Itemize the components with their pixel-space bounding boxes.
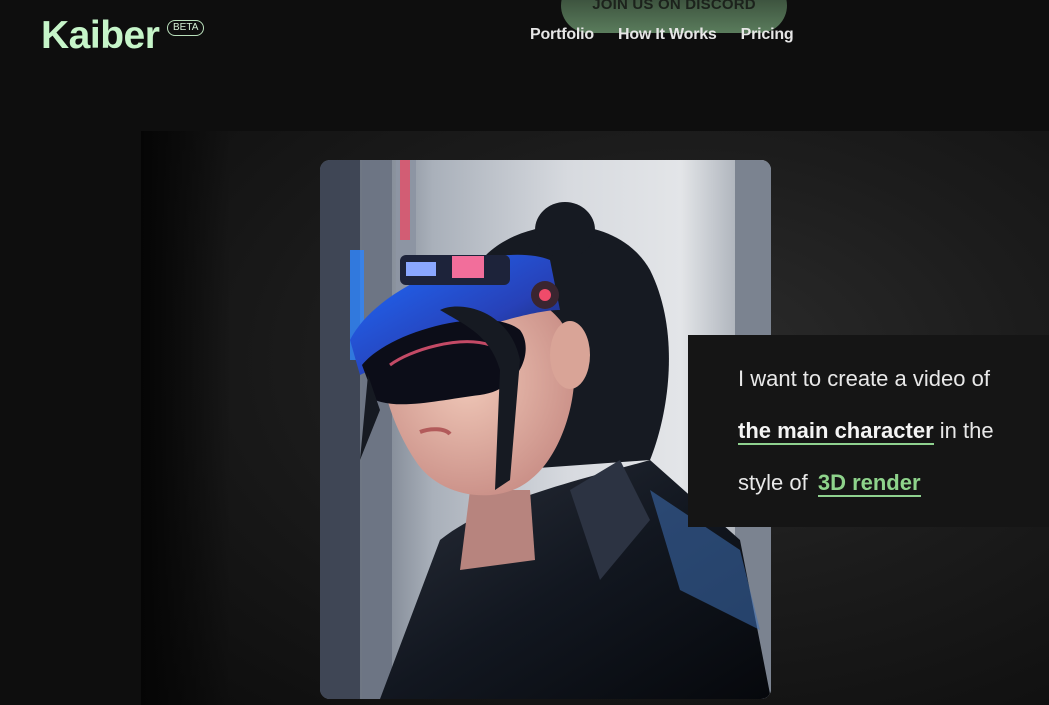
page: Kaiber BETA JOIN US ON DISCORD Portfolio…	[0, 0, 1049, 705]
main-nav: Portfolio How It Works Pricing	[530, 26, 794, 44]
prompt-style[interactable]: 3D render	[817, 470, 921, 497]
prompt-middle: in the	[939, 418, 994, 443]
prompt-card: I want to create a video of the main cha…	[688, 335, 1049, 527]
nav-how-it-works[interactable]: How It Works	[618, 26, 717, 44]
nav-pricing[interactable]: Pricing	[741, 26, 794, 44]
prompt-line-3: style of 3D render	[738, 463, 1049, 515]
prompt-line-1: I want to create a video of	[738, 359, 1049, 411]
kaiber-logo[interactable]: Kaiber	[41, 14, 160, 58]
prompt-style-prefix: style of	[738, 470, 808, 495]
beta-badge: BETA	[167, 20, 205, 36]
prompt-prefix: I want to create a video of	[738, 366, 990, 391]
prompt-line-2: the main character in the	[738, 411, 1049, 463]
nav-portfolio[interactable]: Portfolio	[530, 26, 594, 44]
prompt-subject[interactable]: the main character	[738, 418, 934, 445]
